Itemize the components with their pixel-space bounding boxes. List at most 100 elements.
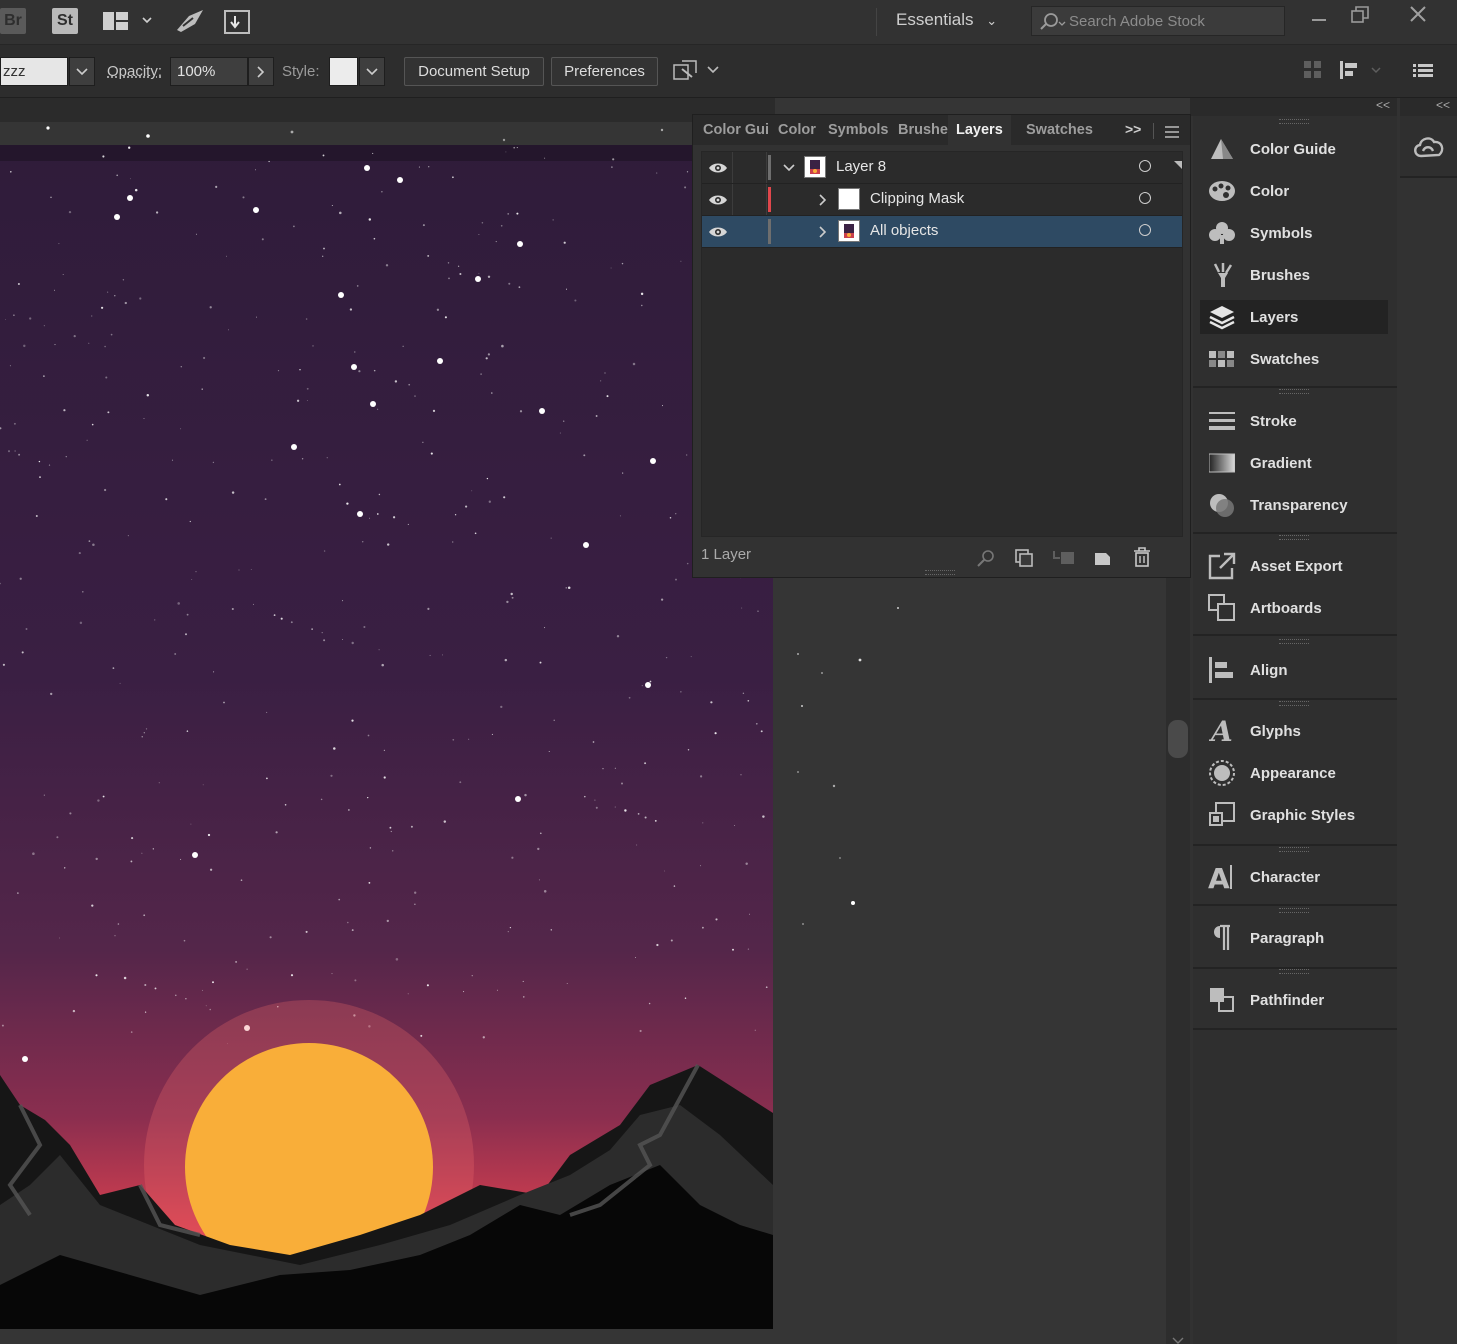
panel-item-color-guide[interactable]: Color Guide: [1200, 132, 1388, 166]
panel-item-pathfinder[interactable]: Pathfinder: [1200, 983, 1388, 1017]
layers-panel-tabs: Color Gui Color Symbols Brushes Layers Swatch…: [693, 115, 1190, 145]
control-bar: zzz Opacity: 100% Style: Document Setup …: [0, 45, 1457, 98]
align-options-icon[interactable]: [1340, 59, 1386, 86]
create-sublayer-icon[interactable]: [1053, 549, 1075, 567]
chevron-down-icon: ⌄: [986, 13, 998, 28]
visibility-eye-icon[interactable]: [708, 225, 728, 239]
panel-item-label: Gradient: [1250, 454, 1312, 472]
layers-panel: Color Gui Color Symbols Brushes Layers Swatch…: [692, 114, 1191, 578]
search-icon: [1040, 13, 1066, 30]
panel-item-label: Swatches: [1250, 350, 1320, 368]
panel-item-paragraph[interactable]: Paragraph: [1200, 921, 1388, 955]
more-tabs-button[interactable]: >>: [1125, 121, 1141, 137]
dock-header-right: <<: [1400, 98, 1457, 116]
resize-grip[interactable]: [925, 570, 955, 575]
swatch-field[interactable]: zzz: [0, 57, 68, 86]
visibility-eye-icon[interactable]: [708, 193, 728, 207]
make-clipping-mask-icon[interactable]: [1015, 549, 1033, 567]
panel-item-layers[interactable]: Layers: [1200, 300, 1388, 334]
align-icon: [1208, 657, 1236, 683]
preferences-button[interactable]: Preferences: [551, 57, 658, 86]
panel-item-artboards[interactable]: Artboards: [1200, 591, 1388, 625]
panel-item-glyphs[interactable]: A Glyphs: [1200, 714, 1388, 748]
gradient-icon: [1208, 450, 1236, 476]
gpu-performance-icon[interactable]: [175, 8, 205, 39]
style-dropdown-button[interactable]: [359, 57, 385, 86]
search-stock-input[interactable]: Search Adobe Stock: [1031, 6, 1285, 36]
graphic-style-swatch[interactable]: [329, 57, 358, 86]
visibility-eye-icon[interactable]: [708, 161, 728, 175]
glyphs-icon: A: [1208, 717, 1236, 745]
symbols-icon: [1208, 220, 1236, 246]
workspace-label: Essentials: [896, 10, 974, 29]
panel-menu-icon[interactable]: [1413, 64, 1433, 83]
opacity-field[interactable]: 100%: [170, 57, 248, 86]
layer-thumbnail: [838, 220, 860, 242]
tab-color[interactable]: Color: [778, 122, 816, 138]
tab-swatches[interactable]: Swatches: [1026, 122, 1093, 138]
chevron-down-icon[interactable]: [782, 161, 796, 175]
create-new-layer-icon[interactable]: [1094, 549, 1112, 567]
layer-row[interactable]: Layer 8: [702, 152, 1182, 184]
pathfinder-icon: [1208, 987, 1236, 1013]
panel-item-transparency[interactable]: Transparency: [1200, 488, 1388, 522]
layer-name[interactable]: Clipping Mask: [870, 190, 964, 207]
swatches-icon: [1208, 346, 1236, 372]
locate-object-icon[interactable]: [977, 549, 995, 567]
stroke-icon: [1208, 408, 1236, 434]
tab-color-gui[interactable]: Color Gui: [703, 122, 769, 138]
panel-item-label: Appearance: [1250, 764, 1336, 782]
workspace-switcher[interactable]: Essentials ⌄: [896, 10, 997, 30]
layer-thumbnail: [804, 156, 826, 178]
tab-layers[interactable]: Layers: [948, 115, 1011, 145]
panel-item-character[interactable]: A Character: [1200, 860, 1388, 894]
target-circle-icon[interactable]: [1139, 160, 1151, 172]
target-circle-icon[interactable]: [1139, 192, 1151, 204]
select-similar-icon[interactable]: [672, 59, 722, 88]
close-window-button[interactable]: [1408, 4, 1428, 30]
chevron-right-icon[interactable]: [816, 225, 830, 239]
publish-icon[interactable]: [224, 10, 250, 34]
target-circle-icon[interactable]: [1139, 224, 1151, 236]
layer-color-bar: [768, 219, 771, 244]
panel-item-color[interactable]: Color: [1200, 174, 1388, 208]
panel-item-asset-export[interactable]: Asset Export: [1200, 549, 1388, 583]
panel-item-swatches[interactable]: Swatches: [1200, 342, 1388, 376]
tab-symbols[interactable]: Symbols: [828, 122, 888, 138]
panel-item-align[interactable]: Align: [1200, 653, 1388, 687]
brushes-icon: [1208, 262, 1236, 288]
panel-options-icon[interactable]: [1165, 125, 1179, 143]
collapse-dock-button[interactable]: <<: [1376, 98, 1390, 112]
layer-name[interactable]: All objects: [870, 222, 938, 239]
panel-item-label: Stroke: [1250, 412, 1297, 430]
align-grid-icon[interactable]: [1304, 61, 1322, 84]
panel-item-symbols[interactable]: Symbols: [1200, 216, 1388, 250]
panel-item-graphic-styles[interactable]: Graphic Styles: [1200, 798, 1388, 832]
document-setup-button[interactable]: Document Setup: [404, 57, 544, 86]
delete-layer-icon[interactable]: [1133, 547, 1151, 567]
restore-window-button[interactable]: [1351, 6, 1371, 30]
layer-row[interactable]: Clipping Mask: [702, 184, 1182, 216]
panel-item-stroke[interactable]: Stroke: [1200, 404, 1388, 438]
panel-item-appearance[interactable]: Appearance: [1200, 756, 1388, 790]
creative-cloud-libraries-tab[interactable]: [1400, 116, 1457, 178]
layer-row[interactable]: All objects: [702, 216, 1182, 248]
layer-name[interactable]: Layer 8: [836, 158, 886, 175]
swatch-dropdown-button[interactable]: [69, 57, 95, 86]
bridge-icon[interactable]: Br: [0, 8, 26, 34]
minimize-window-button[interactable]: [1310, 4, 1328, 32]
stock-icon[interactable]: St: [52, 8, 78, 34]
panel-item-label: Symbols: [1250, 224, 1313, 242]
artboard-illustration[interactable]: [0, 145, 773, 1329]
arrange-documents-icon[interactable]: [103, 12, 153, 37]
style-label: Style:: [282, 63, 320, 80]
collapse-cc-dock-button[interactable]: <<: [1436, 98, 1450, 112]
panel-item-gradient[interactable]: Gradient: [1200, 446, 1388, 480]
search-placeholder: Search Adobe Stock: [1069, 13, 1205, 30]
panel-item-brushes[interactable]: Brushes: [1200, 258, 1388, 292]
opacity-label[interactable]: Opacity:: [107, 63, 162, 80]
chevron-right-icon[interactable]: [816, 193, 830, 207]
artboards-icon: [1208, 594, 1236, 621]
color-palette-icon: [1208, 178, 1236, 204]
opacity-slider-button[interactable]: [248, 57, 274, 86]
